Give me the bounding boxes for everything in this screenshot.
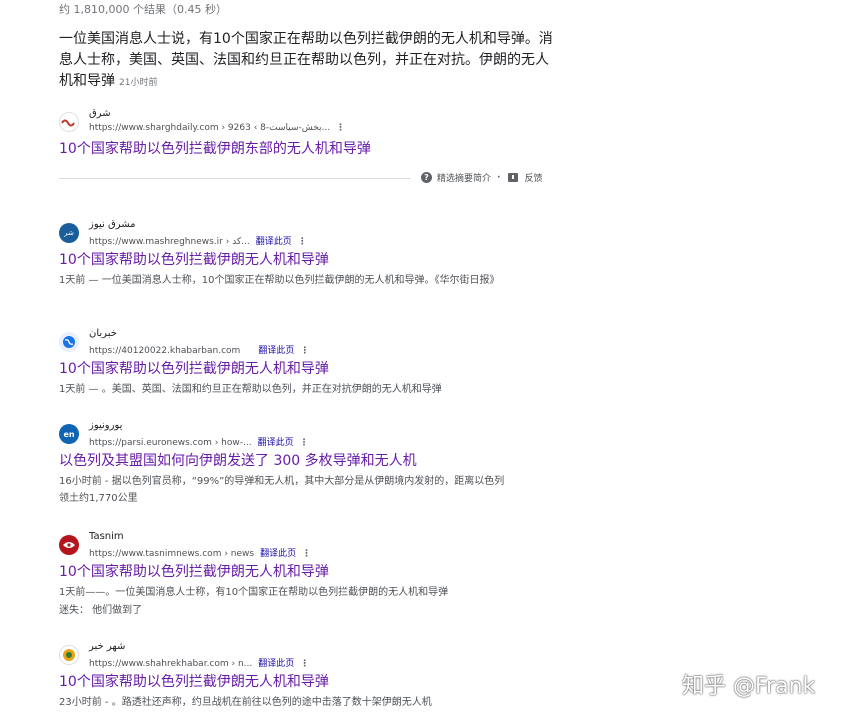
- about-featured-snippets-link[interactable]: 精选摘要简介: [437, 171, 491, 184]
- result-title[interactable]: 10个国家帮助以色列拦截伊朗无人机和导弹: [59, 563, 539, 582]
- zhihu-watermark: 知乎 @Frank: [682, 674, 816, 699]
- globe-icon: [59, 332, 79, 352]
- result-description: 1天前 — 一位美国消息人士称，10个国家正在帮助以色列拦截伊朗的无人机和导弹。…: [59, 275, 500, 286]
- featured-url: https://www.sharghdaily.com › بخش-سیاست-…: [89, 123, 331, 133]
- result-source-name: یورونیوز: [89, 420, 123, 431]
- translate-link[interactable]: 翻译此页: [258, 438, 294, 448]
- result-missing-terms: 迷失： 他们做到了: [59, 605, 143, 616]
- search-result: en یورونیوز https://parsi.euronews.com ›…: [59, 420, 539, 507]
- result-title[interactable]: 10个国家帮助以色列拦截伊朗无人机和导弹: [59, 673, 539, 692]
- more-options-icon[interactable]: ⋮: [300, 659, 309, 669]
- featured-source-name: شرق: [89, 108, 111, 119]
- result-title[interactable]: 10个国家帮助以色列拦截伊朗无人机和导弹: [59, 360, 539, 379]
- result-description: 1天前——。一位美国消息人士称，有10个国家正在帮助以色列拦截伊朗的无人机和导弹: [59, 587, 449, 598]
- more-options-icon[interactable]: ⋮: [300, 346, 309, 356]
- result-title[interactable]: 10个国家帮助以色列拦截伊朗无人机和导弹: [59, 251, 539, 270]
- more-dots-icon: ·: [497, 172, 501, 183]
- feedback-icon: [508, 173, 519, 182]
- tasnim-icon: [59, 535, 79, 555]
- featured-result: شرق https://www.sharghdaily.com › بخش-سی…: [59, 108, 539, 159]
- search-result: شهر خبر https://www.shahrekhabar.com › n…: [59, 641, 539, 711]
- result-title[interactable]: 以色列及其盟国如何向伊朗发送了 300 多枚导弹和无人机: [59, 452, 539, 471]
- result-description: 23小时前 - 。路透社还声称，约旦战机在前往以色列的途中击落了数十架伊朗无人机: [59, 697, 432, 708]
- result-description: 1天前 — 。美国、英国、法国和约旦正在帮助以色列，并正在对抗伊朗的无人机和导弹: [59, 384, 442, 395]
- help-icon: ?: [421, 172, 432, 183]
- more-options-icon[interactable]: ⋮: [298, 237, 307, 247]
- result-source-name: خبربان: [89, 328, 117, 339]
- shahrekhabar-icon: [59, 645, 79, 665]
- translate-link[interactable]: 翻译此页: [258, 346, 294, 356]
- translate-link[interactable]: 翻译此页: [260, 549, 296, 559]
- result-source-name: مشرق نیوز: [89, 219, 136, 230]
- result-url: https://www.shahrekhabar.com › n...: [89, 659, 253, 669]
- translate-link[interactable]: 翻译此页: [256, 237, 292, 247]
- more-options-icon[interactable]: ⋮: [302, 549, 311, 559]
- search-result: خبربان https://40120022.khabarban.com 翻译此…: [59, 328, 539, 398]
- shargh-favicon-icon: [59, 112, 79, 132]
- result-stats: 约 1,810,000 个结果（0.45 秒）: [59, 3, 227, 16]
- result-url: https://parsi.euronews.com › how-...: [89, 438, 252, 448]
- mashregh-favicon-icon: شر: [59, 223, 79, 243]
- result-source-name: شهر خبر: [89, 641, 126, 652]
- result-url: https://www.tasnimnews.com › news: [89, 549, 255, 559]
- euronews-icon: en: [59, 424, 79, 444]
- featured-result-title[interactable]: 10个国家帮助以色列拦截伊朗东部的无人机和导弹: [59, 140, 539, 159]
- translate-link[interactable]: 翻译此页: [258, 659, 294, 669]
- result-url: https://40120022.khabarban.com: [89, 346, 241, 356]
- result-source-name: Tasnim: [89, 531, 124, 542]
- search-result: Tasnim https://www.tasnimnews.com › news…: [59, 531, 539, 619]
- feedback-link[interactable]: 反馈: [524, 171, 542, 184]
- result-url: https://www.mashreghnews.ir › کد...: [89, 237, 250, 247]
- more-options-icon[interactable]: ⋮: [336, 123, 346, 133]
- result-description: 16小时前 - 据以色列官员称，“99%”的导弹和无人机，其中大部分是从伊朗境内…: [59, 476, 505, 504]
- more-options-icon[interactable]: ⋮: [300, 438, 309, 448]
- featured-snippet-text: 一位美国消息人士说，有10个国家正在帮助以色列拦截伊朗的无人机和导弹。消息人士称…: [59, 29, 559, 94]
- featured-footer: ? 精选摘要简介 · 反馈: [421, 171, 542, 184]
- snippet-time: 21小时前: [119, 78, 158, 88]
- divider: [59, 178, 411, 179]
- search-result: شر مشرق نیوز https://www.mashreghnews.ir…: [59, 219, 539, 289]
